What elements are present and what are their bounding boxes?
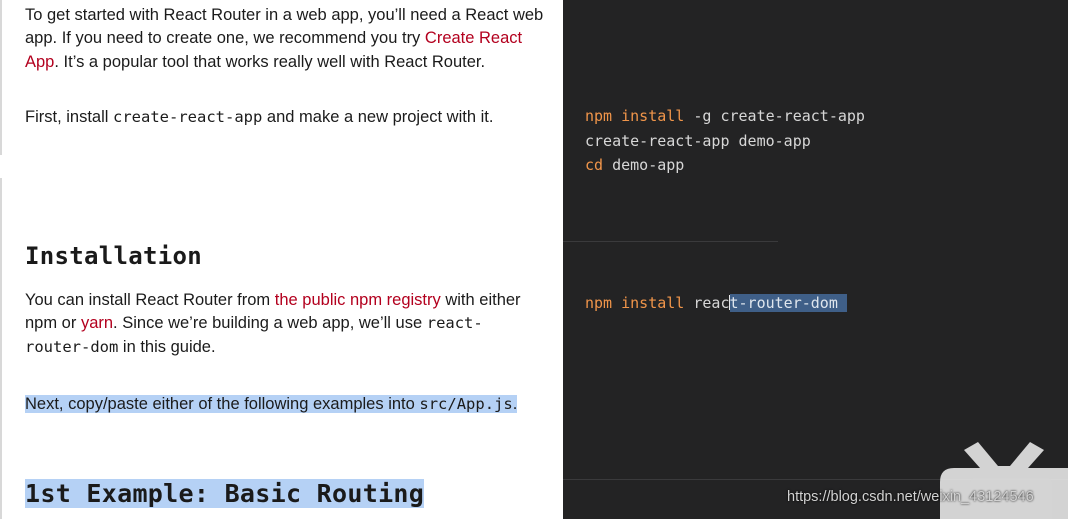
code-keyword: npm install (585, 294, 685, 312)
code-text: reac (684, 294, 730, 312)
code-line: npm install -g create-react-app (585, 104, 865, 129)
install-cra-paragraph: First, install create-react-app and make… (25, 106, 545, 129)
inline-code: src/App.js (419, 395, 513, 413)
yarn-link[interactable]: yarn (81, 314, 113, 332)
paragraph-text: . (512, 395, 518, 413)
installation-heading: Installation (25, 242, 202, 270)
code-block-setup: npm install -g create-react-app create-re… (585, 104, 865, 178)
intro-text: . It’s a popular tool that works really … (54, 52, 486, 71)
paragraph-text: . Since we’re building a web app, we’ll … (113, 314, 427, 333)
docs-content: To get started with React Router in a we… (0, 0, 563, 519)
paragraph-text: and make a new project with it. (262, 108, 494, 126)
selected-code-text: t-router-dom (729, 294, 847, 312)
code-text: demo-app (603, 156, 685, 175)
code-text: create-react-app demo-app (585, 131, 811, 150)
paragraph-text: You can install React Router from (25, 291, 275, 309)
paragraph-text: Next, copy/paste either of the following… (25, 395, 420, 413)
highlighted-heading: 1st Example: Basic Routing (25, 479, 425, 508)
npm-registry-link[interactable]: the public npm registry (275, 291, 441, 309)
code-line: create-react-app demo-app (585, 129, 865, 154)
paragraph-text: First, install (25, 108, 114, 126)
code-keyword: npm install (585, 107, 685, 125)
left-edge-mark (0, 178, 2, 519)
inline-code: create-react-app (113, 108, 263, 126)
left-edge-mark (0, 0, 2, 155)
paragraph-text: in this guide. (118, 337, 216, 356)
example-heading: 1st Example: Basic Routing (25, 479, 425, 508)
tv-logo-icon (940, 442, 1068, 519)
highlighted-text: Next, copy/paste either of the following… (25, 395, 518, 413)
code-text: -g create-react-app (684, 107, 865, 125)
watermark-url: https://blog.csdn.net/weixin_43124546 (787, 489, 1034, 505)
next-paragraph: Next, copy/paste either of the following… (25, 393, 518, 416)
intro-paragraph: To get started with React Router in a we… (25, 4, 545, 74)
code-divider (563, 241, 778, 242)
code-line: cd demo-app (585, 153, 865, 178)
code-block-install[interactable]: npm install react-router-dom (585, 291, 847, 316)
code-keyword: cd (585, 156, 604, 175)
install-paragraph: You can install React Router from the pu… (25, 289, 540, 359)
